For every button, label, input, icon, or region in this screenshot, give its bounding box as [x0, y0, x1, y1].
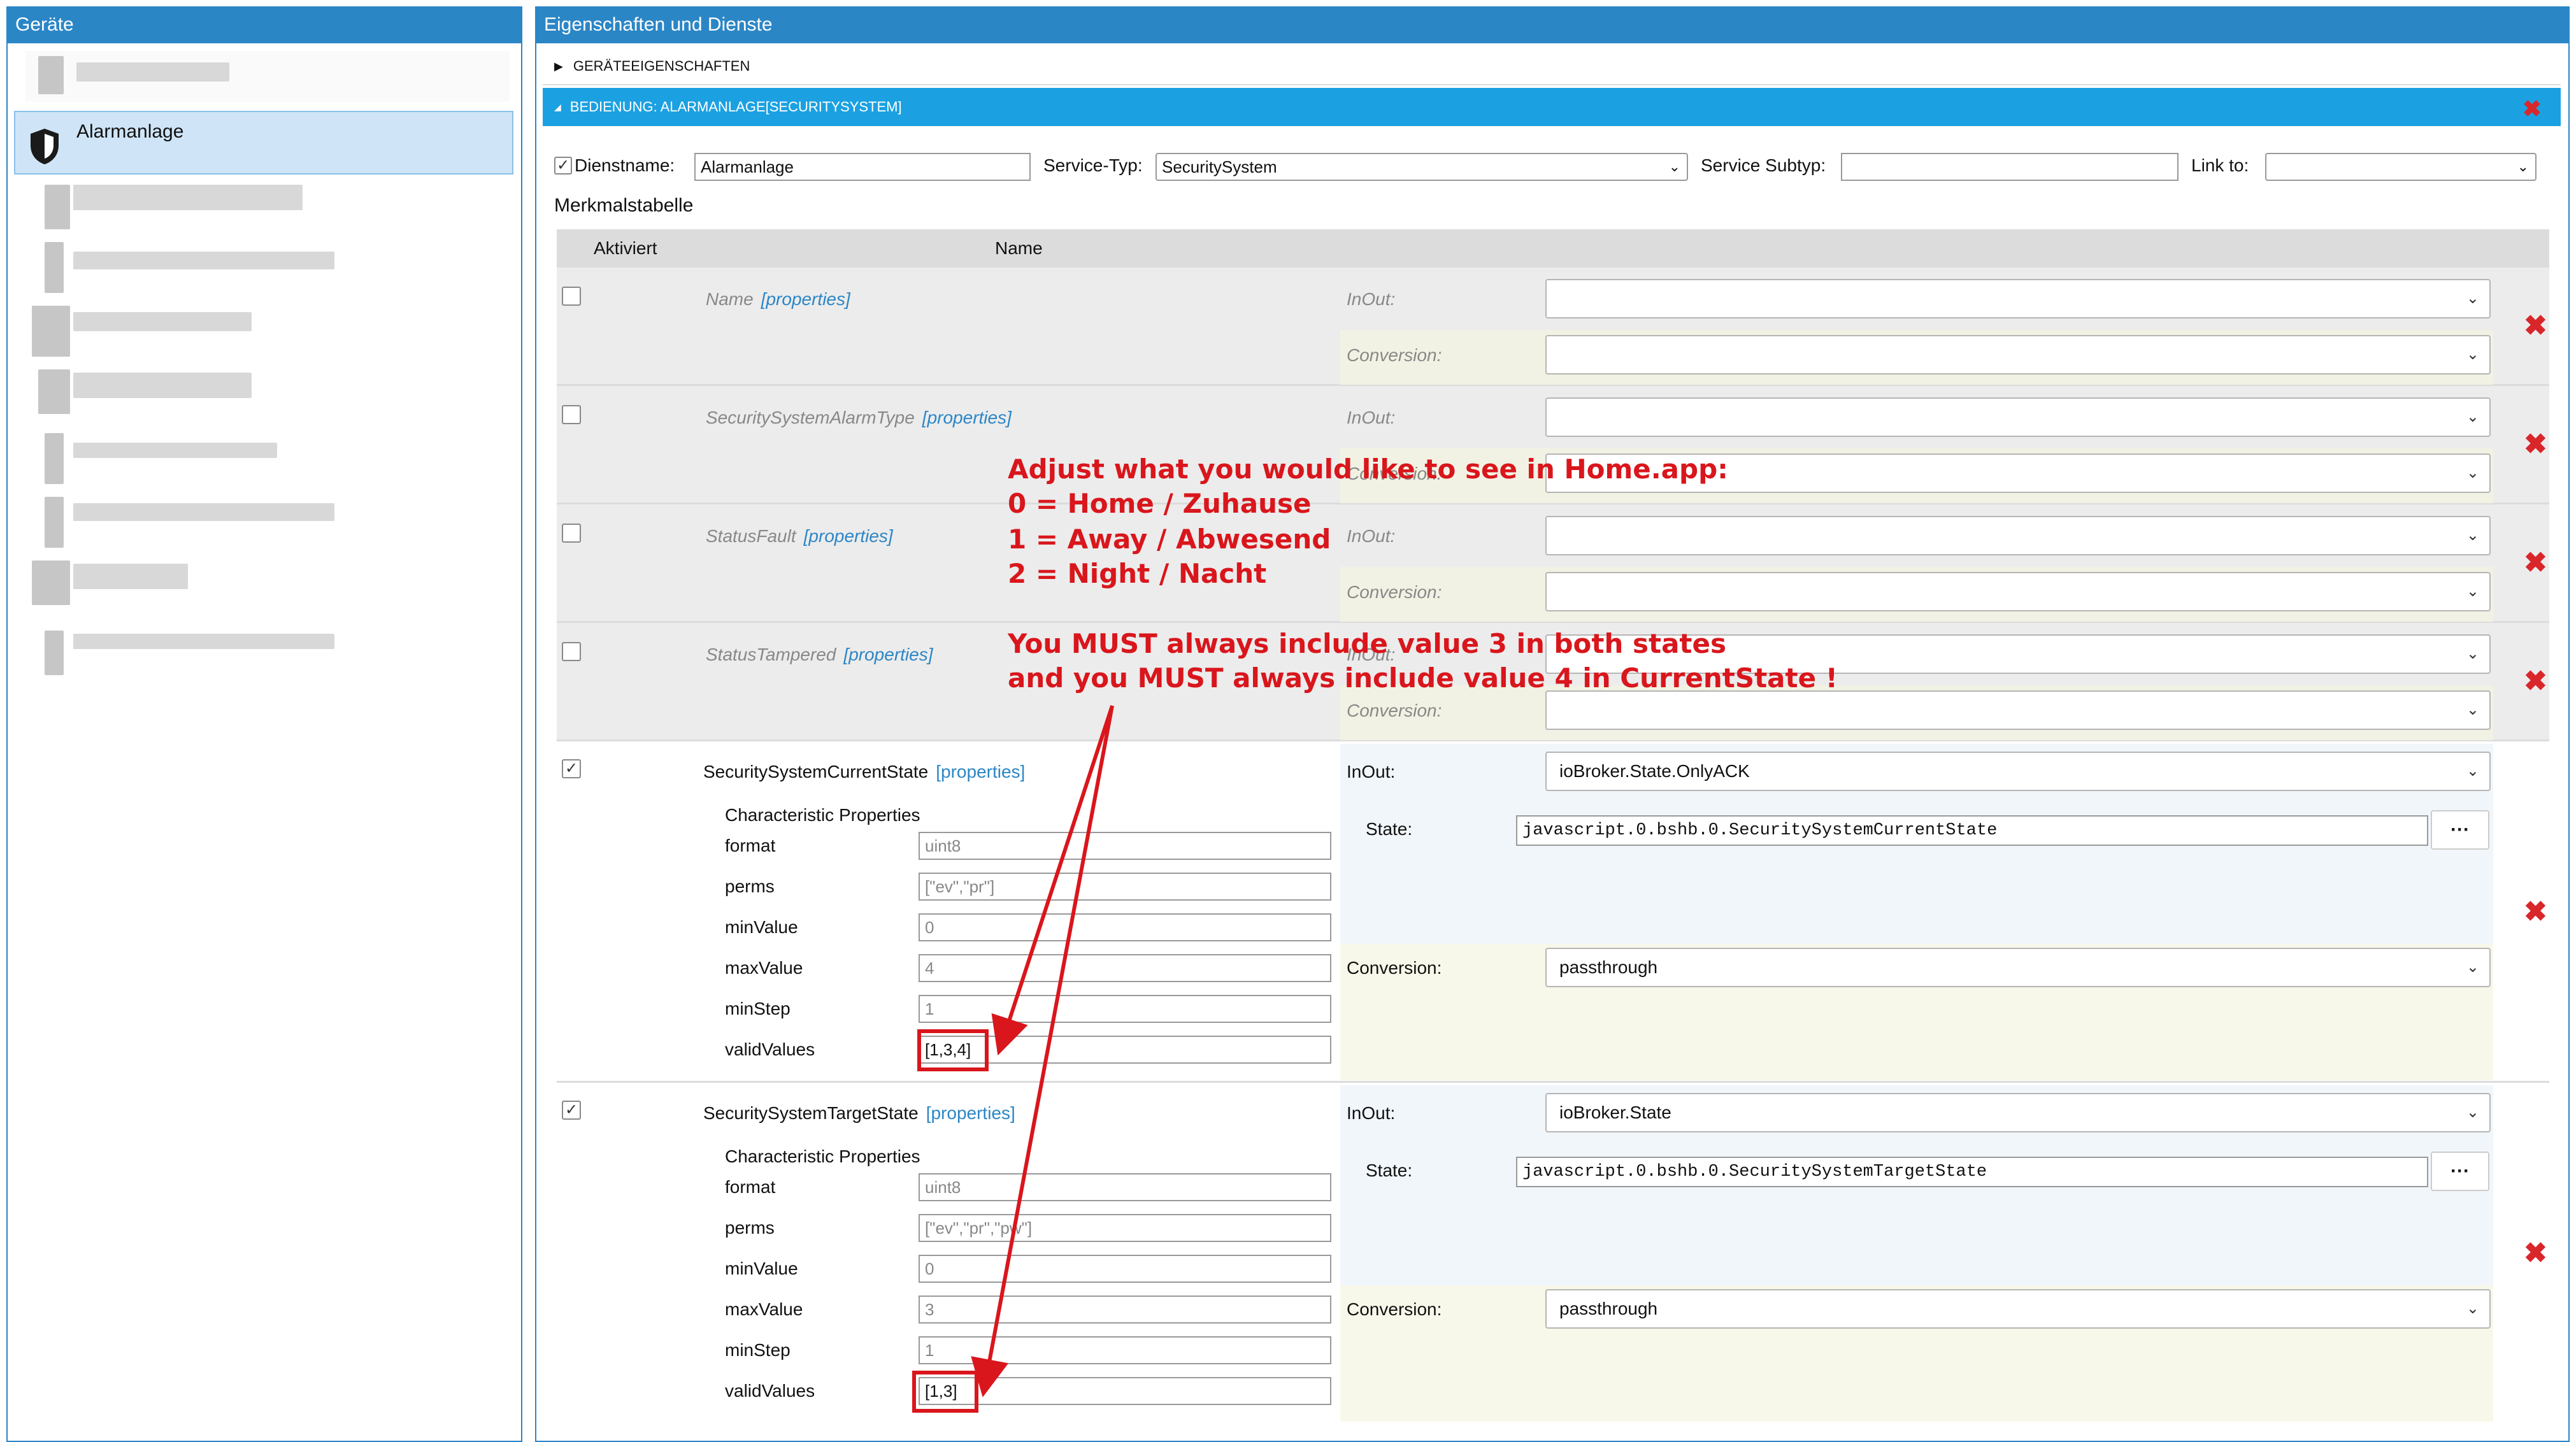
arrow-to-target-state	[971, 705, 1114, 1397]
annotation-arrows	[971, 705, 1114, 1397]
